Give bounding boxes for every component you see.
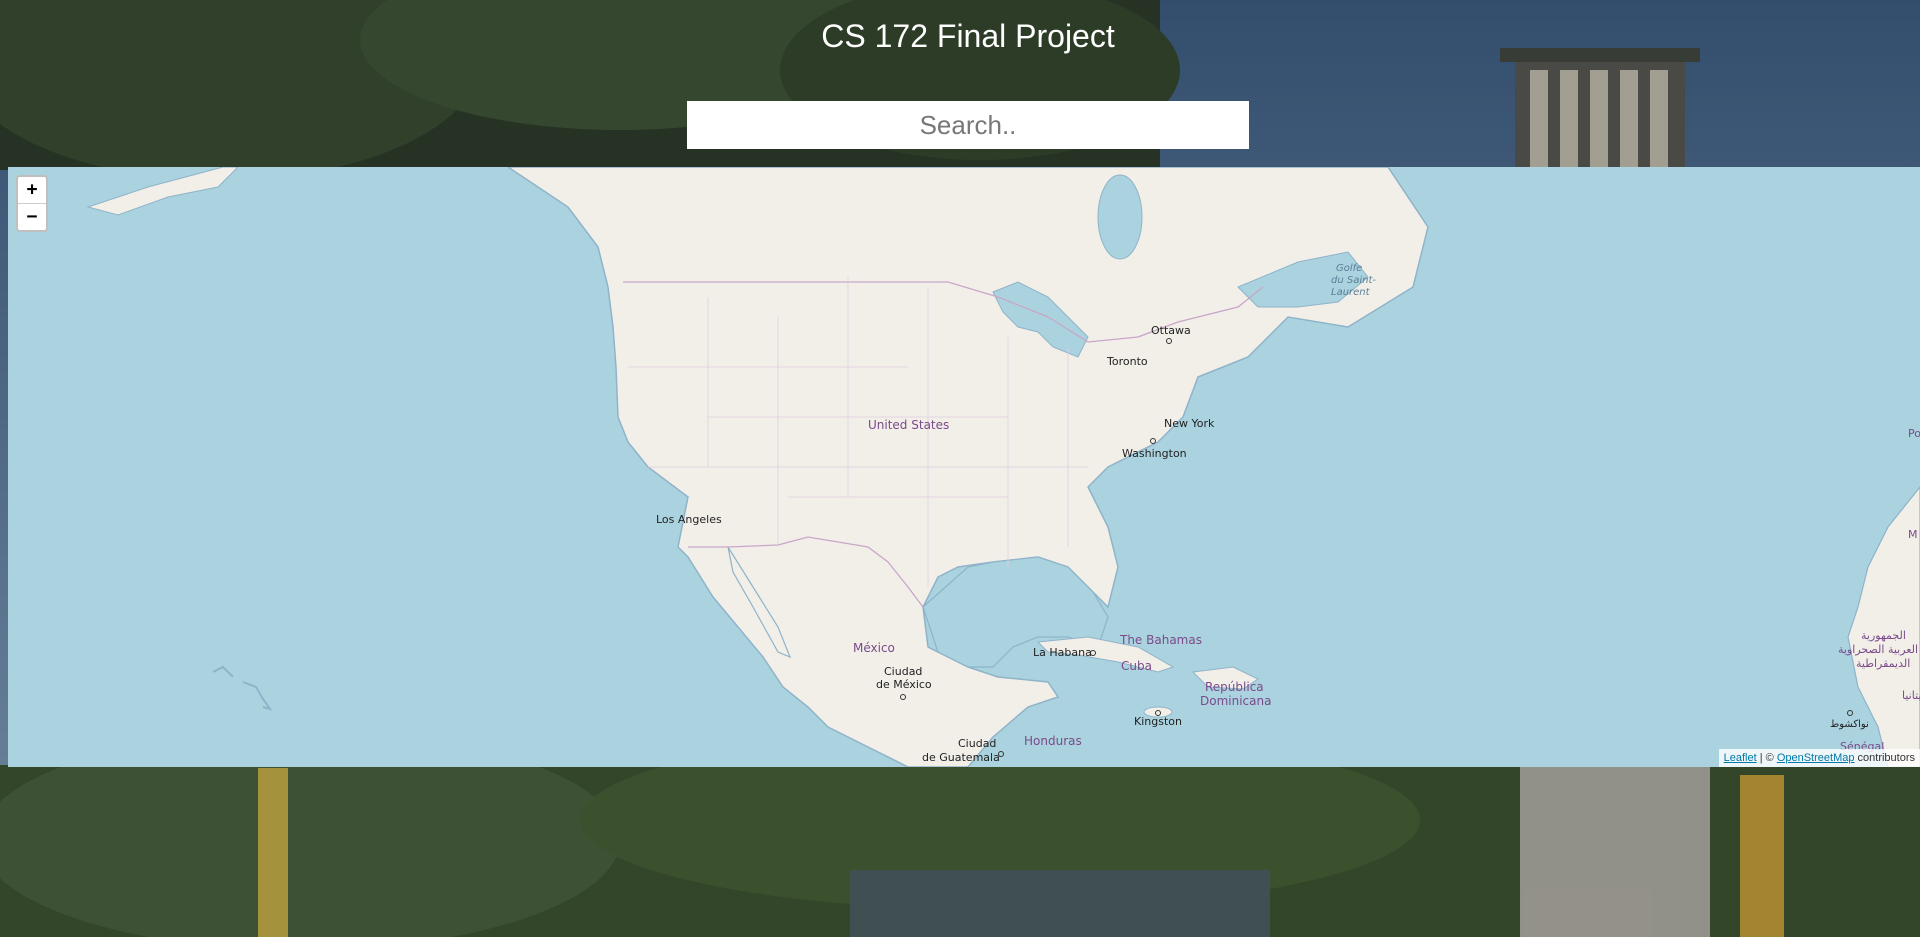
label-la-habana: La Habana xyxy=(1033,646,1092,659)
label-the-bahamas: The Bahamas xyxy=(1119,633,1202,647)
attribution-contributors: contributors xyxy=(1854,752,1915,764)
label-nouakchott: نواكشوط xyxy=(1830,719,1869,730)
label-guatemala-line1: Ciudad xyxy=(958,737,996,750)
label-united-states: United States xyxy=(868,418,949,432)
label-toronto: Toronto xyxy=(1106,355,1148,368)
label-washington: Washington xyxy=(1122,447,1187,460)
zoom-control: + − xyxy=(16,175,48,232)
label-ciudad-de-mexico-line1: Ciudad xyxy=(884,665,922,678)
leaflet-link[interactable]: Leaflet xyxy=(1724,752,1757,764)
label-ciudad-de-mexico-line2: de México xyxy=(876,678,932,691)
label-mexico: México xyxy=(853,641,895,655)
map-attribution: Leaflet | © OpenStreetMap contributors xyxy=(1718,749,1920,767)
label-sahrawi-line2: العربية الصحراوية xyxy=(1838,643,1918,656)
label-m: M xyxy=(1908,528,1918,541)
hudson-bay xyxy=(1097,174,1143,260)
label-republica-line1: República xyxy=(1205,680,1264,694)
label-sahrawi-line1: الجمهورية xyxy=(1861,629,1906,642)
zoom-in-button[interactable]: + xyxy=(18,177,46,203)
label-cuba: Cuba xyxy=(1121,659,1152,673)
label-golfe-line1: Golfe xyxy=(1336,263,1362,274)
openstreetmap-link[interactable]: OpenStreetMap xyxy=(1777,752,1855,764)
label-kingston: Kingston xyxy=(1134,715,1182,728)
label-po: Po xyxy=(1908,427,1920,440)
label-mauritania: موريتانيا xyxy=(1902,689,1920,702)
map-tiles[interactable]: Ottawa Toronto United States New York Wa… xyxy=(8,167,1920,767)
zoom-out-button[interactable]: − xyxy=(18,203,46,230)
search-input[interactable] xyxy=(687,101,1249,149)
label-new-york: New York xyxy=(1164,417,1215,430)
label-republica-line2: Dominicana xyxy=(1200,694,1271,708)
attribution-separator: | © xyxy=(1756,752,1777,764)
label-ottawa: Ottawa xyxy=(1151,324,1191,337)
label-sahrawi-line3: الديمقراطية xyxy=(1856,657,1910,670)
map-container[interactable]: Ottawa Toronto United States New York Wa… xyxy=(8,167,1920,767)
label-golfe-line2: du Saint- xyxy=(1331,275,1376,286)
label-guatemala-line2: de Guatemala xyxy=(922,751,1000,764)
label-golfe-line3: Laurent xyxy=(1331,287,1371,298)
page-title: CS 172 Final Project xyxy=(821,18,1115,54)
label-los-angeles: Los Angeles xyxy=(656,513,722,526)
label-honduras: Honduras xyxy=(1024,734,1082,748)
